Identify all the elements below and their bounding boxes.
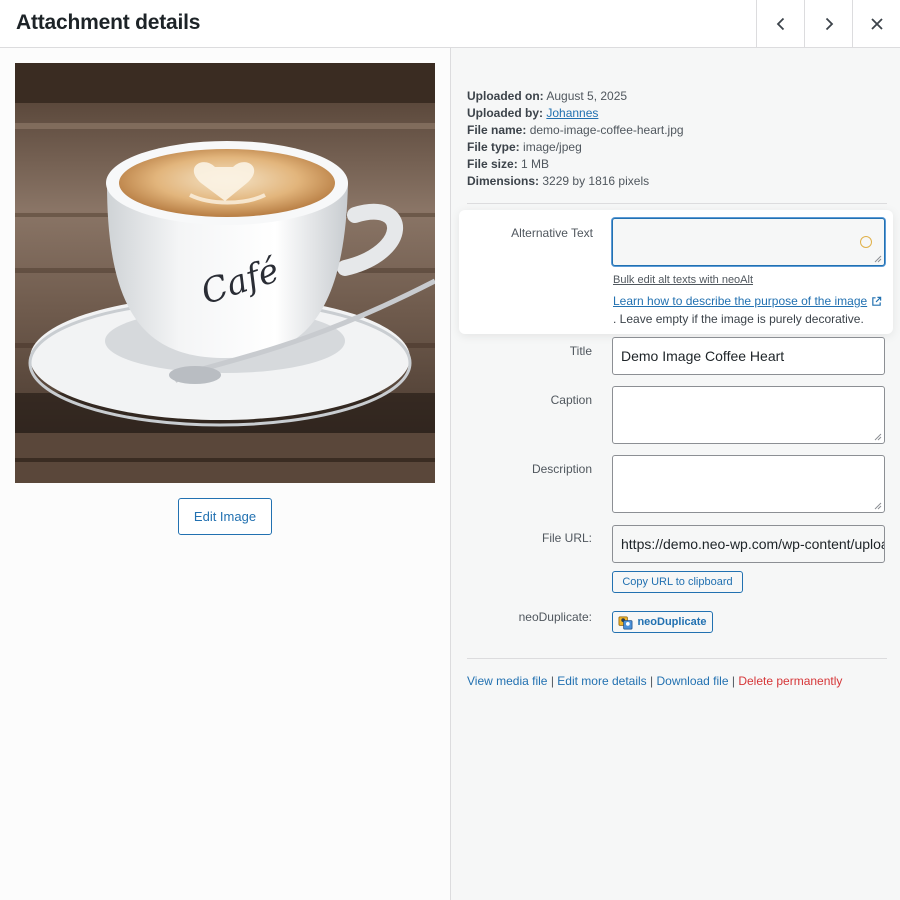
external-link-icon (872, 296, 882, 306)
neoduplicate-button[interactable]: neoDuplicate (612, 611, 713, 633)
uploaded-by: Uploaded by: Johannes (467, 106, 599, 120)
description-textarea[interactable] (612, 455, 885, 513)
file-type: File type: image/jpeg (467, 140, 582, 154)
resize-handle-icon[interactable] (874, 433, 882, 441)
caption-label: Caption (550, 393, 592, 407)
next-button[interactable] (804, 0, 852, 47)
attachment-actions: View media file | Edit more details | Do… (467, 674, 843, 688)
neoduplicate-label: neoDuplicate: (518, 610, 592, 624)
previous-button[interactable] (756, 0, 804, 47)
attachment-image: Café (15, 63, 435, 483)
bulk-edit-link[interactable]: Bulk edit alt texts with neoAlt (613, 274, 753, 286)
resize-handle-icon[interactable] (874, 255, 882, 263)
file-name: File name: demo-image-coffee-heart.jpg (467, 123, 684, 137)
file-metadata: Uploaded on: August 5, 2025 Uploaded by:… (467, 88, 684, 190)
attachment-details-modal: Attachment details Café Edit Image Uploa… (0, 0, 900, 900)
title-label: Title (569, 344, 592, 358)
dimensions: Dimensions: 3229 by 1816 pixels (467, 174, 650, 188)
download-file-link[interactable]: Download file (656, 674, 728, 688)
file-url-label: File URL: (541, 531, 592, 545)
coffee-cup-image: Café (15, 63, 435, 483)
edit-image-button[interactable]: Edit Image (178, 498, 272, 535)
caption-textarea[interactable] (612, 386, 885, 444)
close-icon (870, 17, 883, 30)
copy-url-button[interactable]: Copy URL to clipboard (612, 571, 743, 593)
decorative-note: . Leave empty if the image is purely dec… (613, 312, 864, 326)
alt-text-label: Alternative Text (511, 226, 593, 240)
file-size: File size: 1 MB (467, 157, 550, 171)
page-title: Attachment details (16, 11, 201, 34)
description-label: Description (531, 462, 592, 476)
title-input[interactable]: Demo Image Coffee Heart (612, 337, 885, 375)
modal-header: Attachment details (0, 0, 900, 48)
chevron-right-icon (825, 17, 833, 30)
loading-spinner-icon (860, 236, 872, 248)
delete-permanently-link[interactable]: Delete permanently (738, 674, 842, 688)
uploaded-on: Uploaded on: August 5, 2025 (467, 89, 628, 103)
view-media-link[interactable]: View media file (467, 674, 547, 688)
alt-text-card: Alternative Text Bulk edit alt texts wit… (459, 210, 893, 334)
file-url-input[interactable]: https://demo.neo-wp.com/wp-content/uploa… (612, 525, 885, 563)
resize-handle-icon[interactable] (874, 502, 882, 510)
alt-text-input[interactable] (612, 218, 885, 266)
uploader-link[interactable]: Johannes (546, 106, 598, 120)
edit-details-link[interactable]: Edit more details (557, 674, 646, 688)
learn-alt-link[interactable]: Learn how to describe the purpose of the… (613, 294, 882, 308)
chevron-left-icon (776, 17, 784, 30)
divider (467, 203, 887, 204)
close-button[interactable] (852, 0, 900, 47)
preview-pane: Café Edit Image (0, 48, 450, 900)
divider (467, 658, 887, 659)
duplicate-users-icon (619, 616, 633, 629)
details-pane: Uploaded on: August 5, 2025 Uploaded by:… (450, 48, 900, 900)
